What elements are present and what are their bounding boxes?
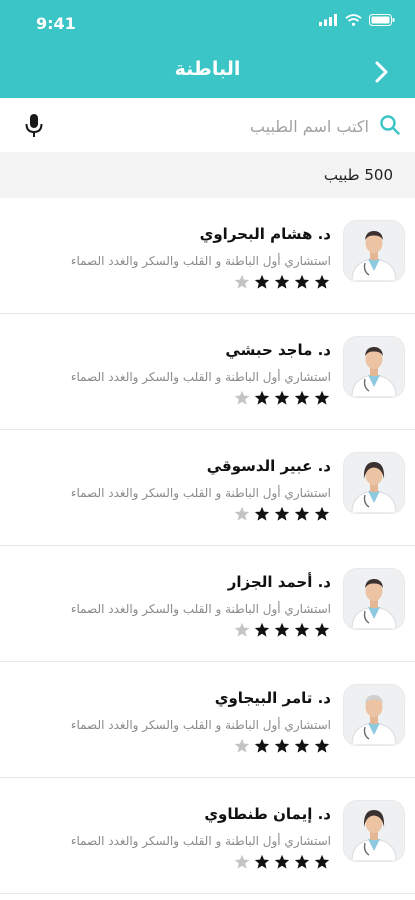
star-filled-icon [254,274,270,289]
app-header: 9:41 الباطنة [0,0,415,98]
doctor-portrait-icon [344,337,404,397]
star-filled-icon [254,390,270,405]
signal-icon [319,14,337,26]
search-input[interactable] [67,98,371,154]
star-empty-icon [234,274,250,289]
doctor-specialty: استشاري أول الباطنة و القلب والسكر والغد… [70,370,331,384]
star-filled-icon [274,854,290,869]
doctor-list-item[interactable]: د. هشام البحراوي استشاري أول الباطنة و ا… [0,198,415,314]
star-filled-icon [274,622,290,637]
star-empty-icon [234,622,250,637]
results-count: 500 طبيب [323,166,393,184]
star-filled-icon [294,854,310,869]
star-empty-icon [234,506,250,521]
results-count-bar: 500 طبيب [0,152,415,198]
star-filled-icon [314,274,330,289]
doctor-rating [234,622,330,638]
wifi-icon [345,14,362,26]
back-button[interactable] [369,58,395,86]
star-filled-icon [274,506,290,521]
star-filled-icon [254,622,270,637]
doctor-name: د. تامر البيجاوي [214,689,331,707]
star-filled-icon [274,390,290,405]
doctor-specialty: استشاري أول الباطنة و القلب والسكر والغد… [70,254,331,268]
doctor-avatar [343,220,405,282]
star-filled-icon [294,390,310,405]
doctor-portrait-icon [344,569,404,629]
chevron-right-icon [375,61,388,83]
microphone-icon[interactable] [24,113,44,139]
doctor-list-item[interactable]: د. ماجد حبشي استشاري أول الباطنة و القلب… [0,314,415,430]
doctor-portrait-icon [344,801,404,861]
doctor-rating [234,854,330,870]
doctor-list-item[interactable]: د. عبير الدسوقي استشاري أول الباطنة و ال… [0,430,415,546]
battery-icon [369,14,395,26]
page-title: الباطنة [174,58,241,80]
doctor-specialty: استشاري أول الباطنة و القلب والسكر والغد… [70,718,331,732]
star-filled-icon [314,854,330,869]
doctor-avatar [343,452,405,514]
doctor-list-item[interactable]: د. تامر البيجاوي استشاري أول الباطنة و ا… [0,662,415,778]
status-bar: 9:41 [0,0,415,46]
doctor-avatar [343,684,405,746]
search-bar [0,98,415,154]
star-filled-icon [274,738,290,753]
doctor-specialty: استشاري أول الباطنة و القلب والسكر والغد… [70,486,331,500]
star-empty-icon [234,738,250,753]
star-empty-icon [234,854,250,869]
doctor-rating [234,506,330,522]
doctor-name: د. ماجد حبشي [225,341,331,359]
doctor-rating [234,738,330,754]
star-filled-icon [294,506,310,521]
doctor-portrait-icon [344,221,404,281]
doctor-rating [234,274,330,290]
status-time: 9:41 [36,14,76,33]
doctor-avatar [343,568,405,630]
star-filled-icon [274,274,290,289]
doctor-list-item[interactable]: د. أحمد الجزار استشاري أول الباطنة و الق… [0,546,415,662]
star-filled-icon [294,738,310,753]
doctor-portrait-icon [344,453,404,513]
doctor-rating [234,390,330,406]
doctor-specialty: استشاري أول الباطنة و القلب والسكر والغد… [70,602,331,616]
star-filled-icon [254,738,270,753]
doctor-name: د. عبير الدسوقي [206,457,331,475]
doctor-name: د. هشام البحراوي [199,225,331,243]
doctor-portrait-icon [344,685,404,745]
star-filled-icon [314,622,330,637]
doctor-name: د. أحمد الجزار [227,573,331,591]
star-filled-icon [314,738,330,753]
doctor-list: د. هشام البحراوي استشاري أول الباطنة و ا… [0,198,415,894]
star-filled-icon [294,622,310,637]
doctor-list-item[interactable]: د. إيمان طنطاوي استشاري أول الباطنة و ال… [0,778,415,894]
status-icons [319,14,395,26]
search-icon[interactable] [379,114,401,136]
star-empty-icon [234,390,250,405]
star-filled-icon [254,506,270,521]
star-filled-icon [254,854,270,869]
doctor-avatar [343,800,405,862]
doctor-specialty: استشاري أول الباطنة و القلب والسكر والغد… [70,834,331,848]
star-filled-icon [294,274,310,289]
star-filled-icon [314,506,330,521]
star-filled-icon [314,390,330,405]
doctor-name: د. إيمان طنطاوي [204,805,331,823]
doctor-avatar [343,336,405,398]
